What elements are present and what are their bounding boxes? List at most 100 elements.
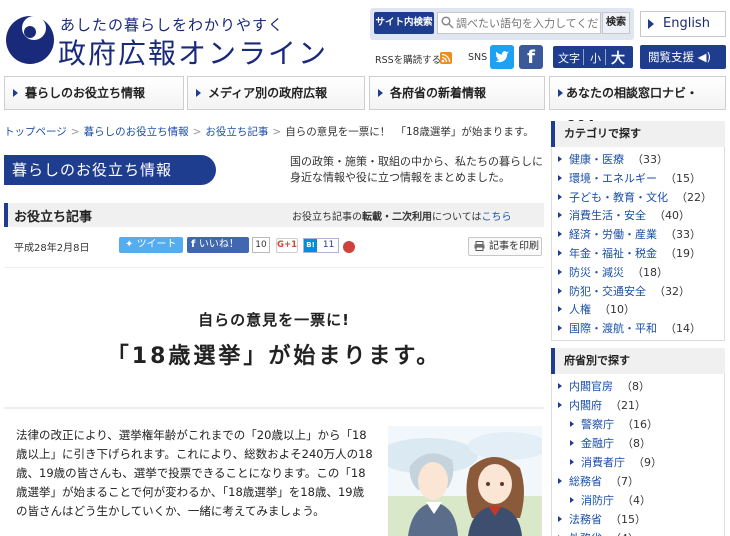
category-item[interactable]: 子ども・教育・文化 （22） bbox=[558, 189, 712, 205]
ministry-item[interactable]: 内閣官房 （8） bbox=[558, 378, 650, 394]
ministry-item[interactable]: 総務省 （7） bbox=[558, 473, 639, 489]
reuse-note: お役立ち記事の転載・二次利用についてはこちら bbox=[292, 208, 512, 223]
reuse-note-text: お役立ち記事の bbox=[292, 212, 362, 223]
arrow-right-icon bbox=[648, 19, 654, 29]
ministry-item-count: （8） bbox=[622, 437, 651, 450]
arrow-right-icon bbox=[558, 478, 562, 484]
ministry-heading: 府省別で探す bbox=[551, 348, 725, 374]
category-item-label: 消費生活・安全 bbox=[569, 209, 646, 223]
ministry-item[interactable]: 消防庁 （4） bbox=[570, 492, 651, 508]
fontsize-large-button[interactable]: 大 bbox=[611, 48, 625, 68]
category-item[interactable]: 環境・エネルギー （15） bbox=[558, 170, 701, 186]
nav-item-consultation[interactable]: あなたの相談窓口ナビ・Q&A bbox=[549, 76, 726, 132]
category-item-label: 防犯・交通安全 bbox=[569, 284, 646, 298]
ministry-item-label: 金融庁 bbox=[581, 437, 614, 450]
like-count: 10 bbox=[252, 237, 270, 253]
share-icon[interactable] bbox=[343, 241, 355, 253]
category-item-count: （32） bbox=[654, 284, 690, 298]
section-description: 国の政策・施策・取組の中から、私たちの暮らしに 身近な情報や役に立つ情報をまとめ… bbox=[290, 154, 544, 186]
breadcrumb-separator: > bbox=[192, 126, 202, 138]
ministry-item-count: （4） bbox=[622, 494, 651, 507]
category-item-label: 経済・労働・産業 bbox=[569, 228, 657, 242]
article-subtitle: 自らの意見を一票に! bbox=[198, 311, 350, 329]
category-item[interactable]: 人権 （10） bbox=[558, 301, 635, 317]
category-item-count: （10） bbox=[599, 303, 635, 317]
reuse-note-link[interactable]: こちら bbox=[482, 212, 512, 223]
tweet-label: ツイート bbox=[136, 239, 177, 250]
hatena-bookmark-button[interactable]: B! 11 bbox=[303, 238, 339, 253]
ministry-item-count: （21） bbox=[610, 399, 646, 412]
ministry-item[interactable]: 内閣府 （21） bbox=[558, 397, 646, 413]
search-button[interactable]: 検索 bbox=[602, 12, 630, 34]
category-item[interactable]: 年金・福祉・税金 （19） bbox=[558, 245, 701, 261]
search-icon bbox=[441, 16, 454, 29]
breadcrumb-home[interactable]: トップページ bbox=[4, 126, 67, 138]
search-input[interactable] bbox=[437, 12, 601, 34]
ministry-item[interactable]: 法務省 （15） bbox=[558, 511, 646, 527]
ministry-item[interactable]: 外務省 （4） bbox=[558, 530, 639, 536]
category-item[interactable]: 防犯・交通安全 （32） bbox=[558, 283, 690, 299]
ministry-item[interactable]: 警察庁 （16） bbox=[570, 416, 658, 432]
arrow-right-icon bbox=[378, 89, 383, 97]
article-title: 「18歳選挙」が始まります。 bbox=[106, 344, 442, 369]
ministry-item-count: （15） bbox=[610, 513, 646, 526]
arrow-right-icon bbox=[570, 440, 574, 446]
ministry-item-label: 内閣府 bbox=[569, 399, 602, 412]
government-logo-icon[interactable] bbox=[4, 10, 56, 66]
fontsize-label: 文字 bbox=[558, 52, 580, 65]
site-title[interactable]: 政府広報オンライン bbox=[58, 32, 328, 72]
category-item-count: （14） bbox=[665, 322, 701, 336]
ministry-item-count: （8） bbox=[621, 380, 650, 393]
nav-item-ministries-news[interactable]: 各府省の新着情報 bbox=[369, 76, 545, 110]
google-plus-button[interactable]: G+1 bbox=[276, 238, 298, 253]
ministry-item[interactable]: 消費者庁 （9） bbox=[570, 454, 662, 470]
arrow-right-icon bbox=[13, 89, 18, 97]
arrow-right-icon bbox=[558, 231, 562, 238]
nav-item-label: 暮らしのお役立ち情報 bbox=[25, 86, 146, 100]
category-item-count: （22） bbox=[676, 190, 712, 204]
arrow-right-icon bbox=[558, 212, 562, 219]
fontsize-small-button[interactable]: 小 bbox=[590, 50, 601, 66]
like-label: いいね！ bbox=[198, 239, 239, 250]
category-item-count: （33） bbox=[632, 153, 668, 166]
ministry-item-count: （4） bbox=[610, 532, 639, 536]
category-item[interactable]: 経済・労働・産業 （33） bbox=[558, 226, 701, 242]
twitter-icon[interactable] bbox=[490, 45, 514, 69]
search-label: サイト内検索 bbox=[374, 12, 434, 34]
ministry-item-count: （7） bbox=[610, 475, 639, 488]
nav-item-life-info[interactable]: 暮らしのお役立ち情報 bbox=[4, 76, 184, 110]
breadcrumb-level1[interactable]: 暮らしのお役立ち情報 bbox=[84, 126, 189, 138]
facebook-icon[interactable]: f bbox=[519, 45, 543, 69]
rss-link[interactable]: RSSを購読する bbox=[375, 52, 441, 66]
category-item[interactable]: 防災・減災 （18） bbox=[558, 264, 668, 280]
tweet-button[interactable]: ✦ ツイート bbox=[119, 237, 183, 253]
article-header-title: お役立ち記事 bbox=[14, 210, 93, 225]
nav-item-media[interactable]: メディア別の政府広報 bbox=[187, 76, 365, 110]
category-item[interactable]: 健康・医療 （33） bbox=[558, 151, 668, 167]
category-item[interactable]: 消費生活・安全 （40） bbox=[558, 207, 690, 223]
rss-icon[interactable] bbox=[440, 52, 452, 64]
divider bbox=[605, 49, 606, 65]
hatena-count: 11 bbox=[322, 240, 335, 250]
accessibility-support-button[interactable]: 閲覧支援 ◀) bbox=[640, 45, 726, 69]
ministry-item[interactable]: 金融庁 （8） bbox=[570, 435, 651, 451]
hatena-icon: B! bbox=[304, 239, 317, 252]
ministry-item-count: （16） bbox=[622, 418, 658, 431]
facebook-icon: f bbox=[191, 239, 199, 250]
ministry-item-label: 警察庁 bbox=[581, 418, 614, 431]
arrow-right-icon bbox=[570, 459, 574, 465]
category-item[interactable]: 国際・渡航・平和 （14） bbox=[558, 320, 701, 336]
arrow-right-icon bbox=[558, 383, 562, 389]
article-date: 平成28年2月8日 bbox=[14, 243, 90, 254]
arrow-right-icon bbox=[558, 89, 563, 97]
ministry-item-label: 法務省 bbox=[569, 513, 602, 526]
facebook-like-button[interactable]: f いいね！ bbox=[187, 237, 249, 253]
category-item-count: （19） bbox=[665, 247, 701, 260]
breadcrumb-level2[interactable]: お役立ち記事 bbox=[205, 126, 268, 138]
divider bbox=[583, 49, 584, 65]
ministry-item-label: 総務省 bbox=[569, 475, 602, 488]
students-illustration bbox=[388, 426, 542, 536]
arrow-right-icon bbox=[558, 325, 562, 332]
nav-item-label: メディア別の政府広報 bbox=[208, 86, 328, 100]
category-item-label: 環境・エネルギー bbox=[569, 171, 657, 185]
